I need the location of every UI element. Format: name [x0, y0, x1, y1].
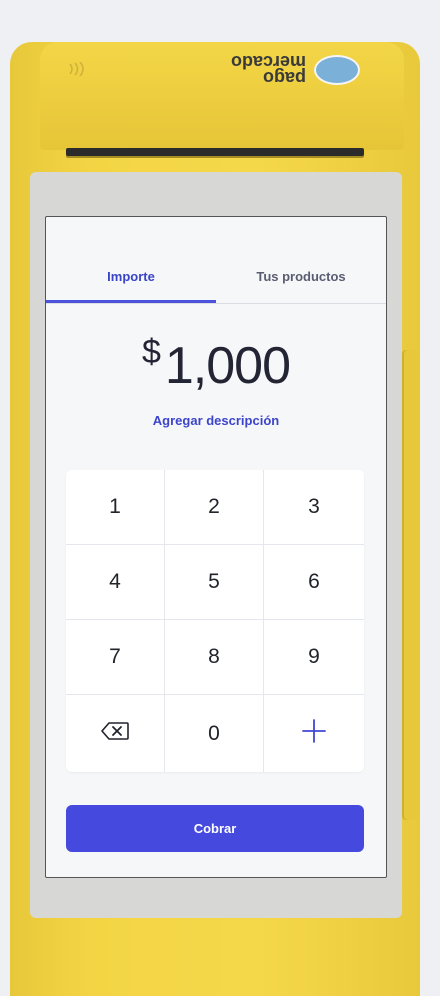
key-0[interactable]: 0: [165, 695, 264, 772]
printer-slot: [66, 148, 364, 156]
mercado-pago-logo: pago mercado: [148, 52, 360, 88]
brand-text: pago mercado: [230, 52, 306, 88]
key-9[interactable]: 9: [264, 620, 364, 695]
brand-line-2: pago: [263, 68, 306, 88]
nfc-icon: [64, 61, 94, 77]
key-7[interactable]: 7: [66, 620, 165, 695]
key-5[interactable]: 5: [165, 545, 264, 620]
side-card-slot: [402, 350, 420, 820]
handshake-logo-icon: [314, 55, 360, 85]
numeric-keypad: 1 2 3 4 5 6 7 8 9 0: [66, 470, 364, 772]
amount-value: 1,000: [164, 337, 291, 395]
tab-bar: Importe Tus productos: [46, 217, 386, 304]
active-tab-indicator: [46, 300, 216, 303]
plus-icon: [301, 718, 327, 750]
tab-importe[interactable]: Importe: [46, 269, 216, 284]
backspace-icon: [100, 721, 130, 747]
key-8[interactable]: 8: [165, 620, 264, 695]
brand-line-1: mercado: [230, 52, 306, 72]
key-4[interactable]: 4: [66, 545, 165, 620]
key-1[interactable]: 1: [66, 470, 165, 545]
add-description-link[interactable]: Agregar descripción: [46, 413, 386, 428]
key-2[interactable]: 2: [165, 470, 264, 545]
app-screen: Importe Tus productos $1,000 Agregar des…: [45, 216, 387, 878]
key-plus[interactable]: [264, 695, 364, 772]
key-backspace[interactable]: [66, 695, 165, 772]
key-3[interactable]: 3: [264, 470, 364, 545]
tab-tus-productos[interactable]: Tus productos: [216, 269, 386, 284]
charge-button[interactable]: Cobrar: [66, 805, 364, 852]
key-6[interactable]: 6: [264, 545, 364, 620]
amount-display: $1,000: [46, 333, 386, 396]
currency-symbol: $: [141, 333, 161, 371]
